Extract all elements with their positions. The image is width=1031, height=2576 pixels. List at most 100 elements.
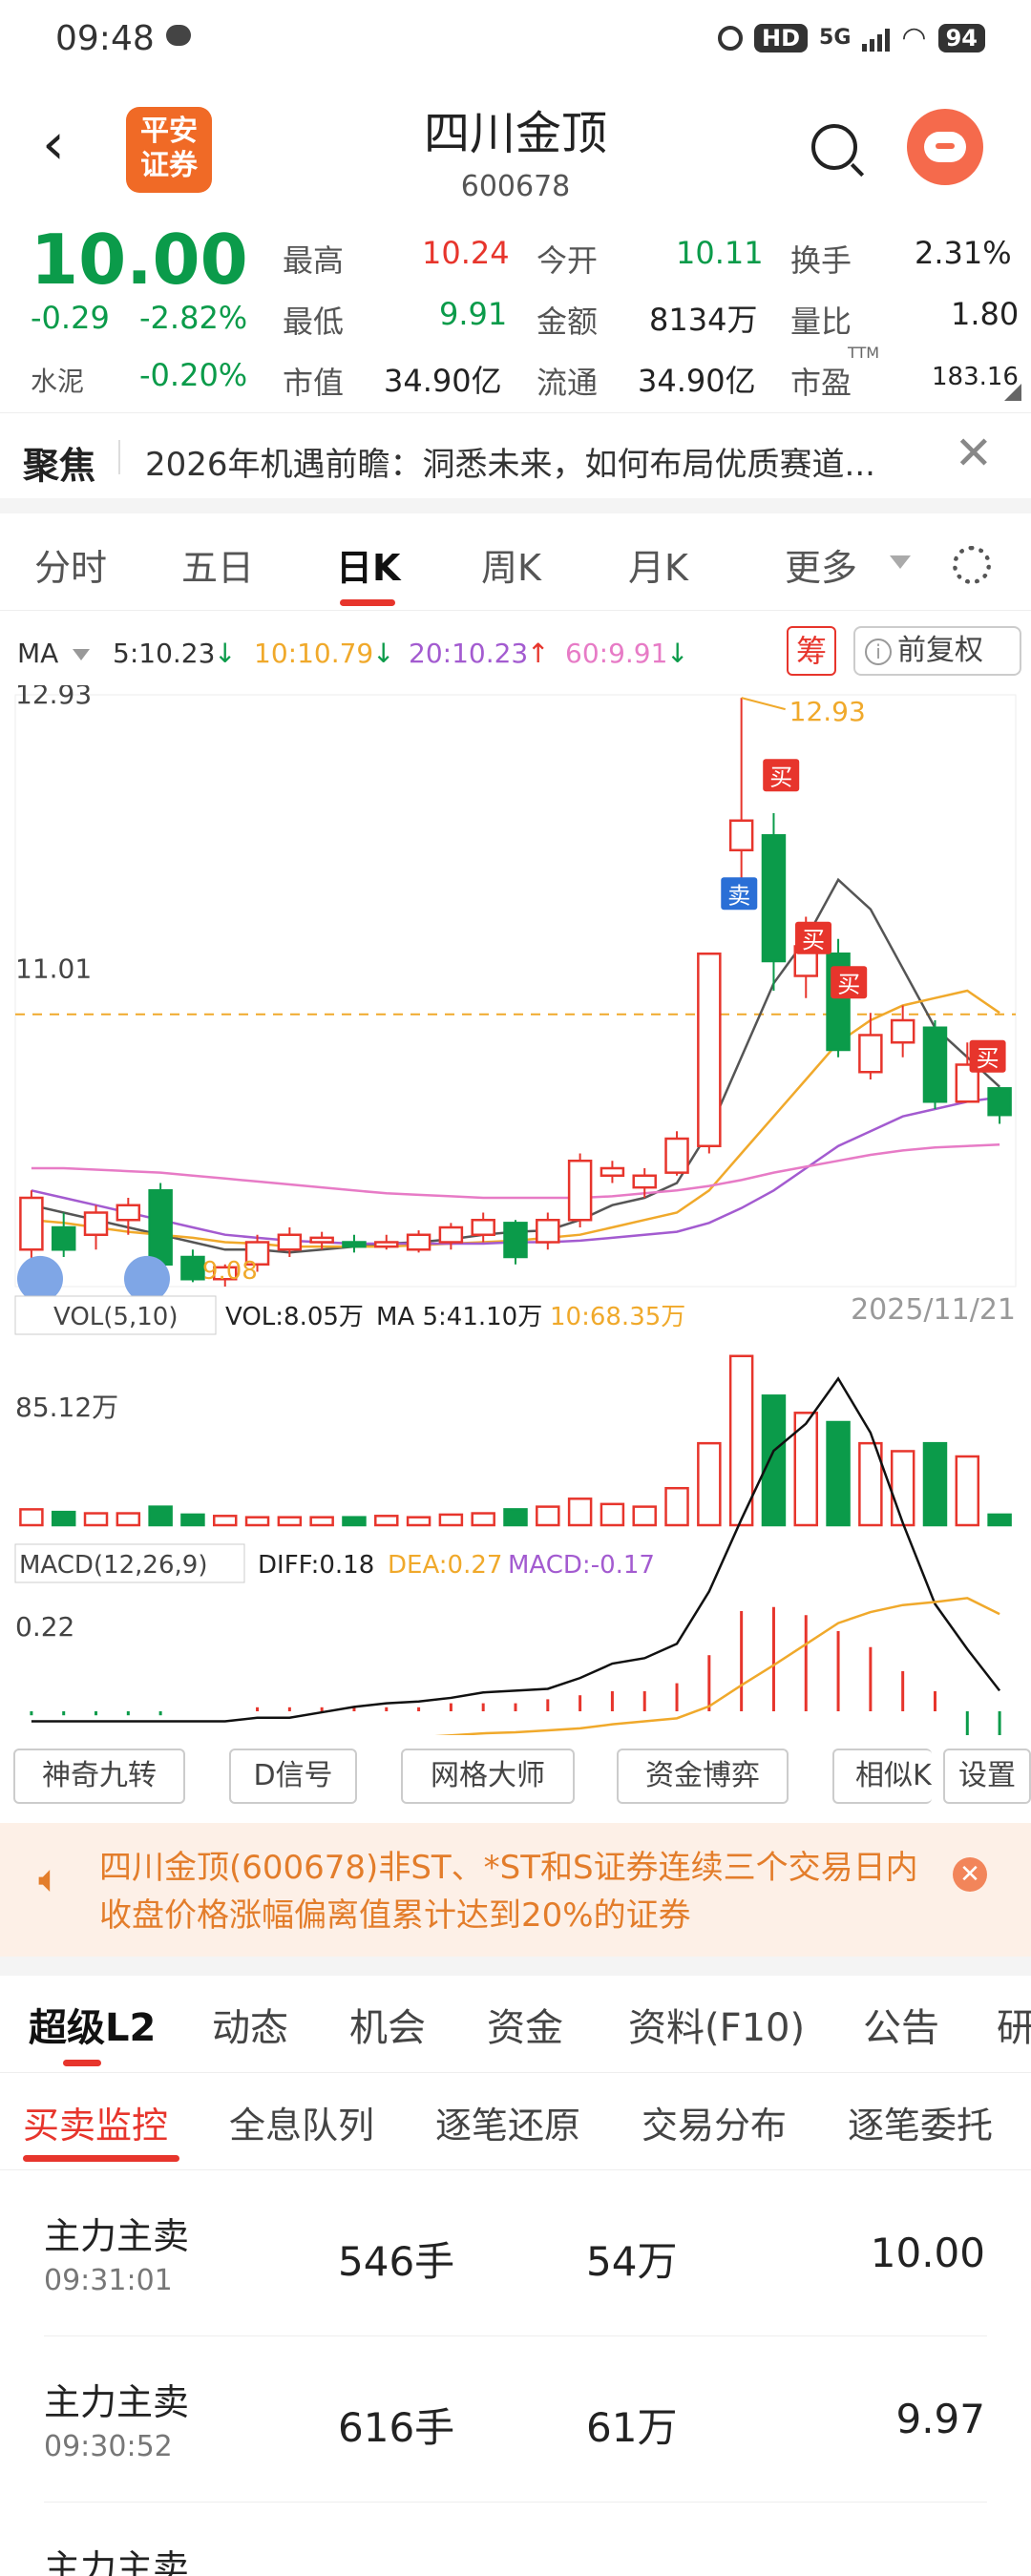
info-icon: i — [865, 638, 892, 665]
trade-volume: 546手 — [338, 2238, 455, 2285]
volume-bar — [244, 1516, 270, 1527]
tab-daily-k[interactable]: 日K — [336, 538, 400, 591]
subtab-order-queue[interactable]: 全息队列 — [229, 2096, 374, 2148]
candle-body — [148, 1189, 173, 1266]
tab-more[interactable]: 更多 — [785, 538, 857, 591]
ma60-line — [31, 1142, 1000, 1200]
close-notice-icon[interactable]: ✕ — [953, 1857, 987, 1892]
volume-bar — [406, 1516, 431, 1527]
peak-pointer — [741, 697, 786, 711]
search-icon[interactable] — [811, 124, 857, 170]
trade-time: 09:30:52 — [44, 2430, 173, 2463]
caret-down-icon[interactable] — [73, 649, 90, 660]
candle-body — [536, 1219, 560, 1244]
status-bar: 09:48 HD 5G ◠ 94 — [0, 0, 1031, 76]
candle-body — [664, 1137, 689, 1174]
tab-weekly-k[interactable]: 周K — [481, 538, 541, 591]
tool-grid-master[interactable]: 网格大师 — [401, 1749, 575, 1804]
candle-body — [406, 1233, 431, 1251]
candle-body — [600, 1166, 625, 1177]
divider — [118, 440, 120, 474]
trade-type: 主力主卖 — [44, 2381, 190, 2423]
close-icon[interactable]: ✕ — [955, 427, 993, 480]
candle-body — [922, 1026, 948, 1103]
adjust-button[interactable]: i 前复权 — [853, 626, 1021, 676]
volume-bar — [309, 1516, 334, 1527]
subtab-trade-monitor[interactable]: 买卖监控 — [23, 2096, 168, 2148]
vol-value: VOL:8.05万 — [225, 1303, 364, 1331]
list-item[interactable]: 主力主卖 — [0, 2503, 1031, 2576]
vol-ratio-label: 量比 — [790, 304, 852, 340]
sector-label[interactable]: 水泥 — [31, 361, 84, 399]
focus-news-bar[interactable]: 聚焦 2026年机遇前瞻：洞悉未来，如何布局优质赛道... ✕ — [0, 412, 1031, 498]
chevron-down-icon[interactable] — [890, 555, 911, 569]
ma20-value: 20:10.23 — [409, 638, 529, 669]
candle-body — [890, 1018, 915, 1044]
kline-chart[interactable]: 12.9311.0112.939.08买卖买买买2025/10/102025/1… — [0, 685, 1031, 1735]
signal-bars-icon — [862, 25, 891, 52]
ma-label[interactable]: MA — [17, 638, 58, 669]
tool-d-signal[interactable]: D信号 — [229, 1749, 357, 1804]
trade-type: 主力主卖 — [44, 2547, 190, 2576]
risk-notice[interactable]: 🔈︎ 四川金顶(600678)非ST、*ST和S证券连续三个交易日内收盘价格涨幅… — [0, 1823, 1031, 1957]
dea-value: DEA:0.27 — [388, 1551, 502, 1580]
candle-body — [342, 1241, 367, 1248]
focus-headline[interactable]: 2026年机遇前瞻：洞悉未来，如何布局优质赛道... — [145, 438, 966, 485]
tab-monthly-k[interactable]: 月K — [628, 538, 688, 591]
mcap-value: 34.90亿 — [384, 363, 502, 399]
tab-news[interactable]: 动态 — [212, 1997, 288, 2052]
candle-body — [19, 1196, 44, 1251]
tab-intraday[interactable]: 分时 — [34, 538, 107, 591]
volume-bar — [19, 1508, 44, 1527]
volume-bar — [212, 1515, 238, 1527]
pe-ttm-sup: TTM — [848, 344, 880, 362]
volume-bar — [342, 1516, 367, 1527]
tab-opportunity[interactable]: 机会 — [349, 1997, 426, 2052]
open-label: 今开 — [537, 242, 599, 279]
volume-bar — [987, 1513, 1012, 1527]
tab-level2[interactable]: 超级L2 — [29, 1997, 156, 2052]
tool-similar-k[interactable]: 相似K — [832, 1749, 932, 1804]
trade-time: 09:31:01 — [44, 2264, 173, 2297]
volume-bar — [536, 1505, 560, 1527]
subtab-trade-dist[interactable]: 交易分布 — [642, 2096, 787, 2148]
sector-pct: -0.20% — [139, 357, 248, 393]
subtab-tick-orders[interactable]: 逐笔委托 — [848, 2096, 993, 2148]
candle-body — [180, 1255, 205, 1281]
assistant-avatar[interactable] — [907, 109, 983, 185]
volume-bar — [51, 1510, 76, 1527]
tool-fund-game[interactable]: 资金博弈 — [617, 1749, 789, 1804]
tab-announcements[interactable]: 公告 — [863, 1997, 939, 2052]
candle-body — [471, 1219, 495, 1236]
list-item[interactable]: 主力主卖 09:31:01 546手 54万 10.00 — [0, 2170, 1031, 2336]
current-price: 10.00 — [31, 220, 248, 300]
tab-five-day[interactable]: 五日 — [181, 538, 254, 591]
volume-bar — [826, 1420, 851, 1527]
candle-body — [761, 834, 787, 963]
tab-research[interactable]: 研 — [997, 1997, 1031, 2052]
section-divider — [0, 498, 1031, 513]
chip-distribution-button[interactable]: 筹 — [787, 626, 836, 676]
ma-legend: MA 5:10.23 ↓ 10:10.79 ↓ 20:10.23 ↑ 60:9.… — [17, 626, 1021, 676]
signal-icon: 5G — [819, 26, 852, 50]
ma5-value: 5:10.23 — [113, 638, 216, 669]
list-item[interactable]: 主力主卖 09:30:52 616手 61万 9.97 — [0, 2336, 1031, 2503]
subtab-tick-replay[interactable]: 逐笔还原 — [435, 2096, 580, 2148]
volume-bar — [632, 1505, 657, 1527]
volume-bar — [116, 1512, 141, 1527]
hd-badge: HD — [754, 23, 809, 52]
candle-body — [632, 1174, 657, 1189]
tool-settings[interactable]: 设置 — [943, 1749, 1031, 1804]
expand-corner-icon[interactable] — [1004, 384, 1021, 401]
tab-f10[interactable]: 资料(F10) — [628, 1997, 805, 2052]
gear-icon[interactable] — [953, 546, 991, 584]
volume-bar — [922, 1441, 948, 1527]
tool-magic-nine[interactable]: 神奇九转 — [13, 1749, 185, 1804]
tab-funds[interactable]: 资金 — [487, 1997, 563, 2052]
low-value: 9.91 — [439, 296, 508, 332]
candle-body — [503, 1222, 528, 1259]
vol-label: VOL(5,10) — [53, 1303, 178, 1331]
pe-label: 市盈 — [790, 365, 852, 401]
candle-body — [116, 1204, 141, 1222]
dea-line — [434, 1597, 1000, 1735]
